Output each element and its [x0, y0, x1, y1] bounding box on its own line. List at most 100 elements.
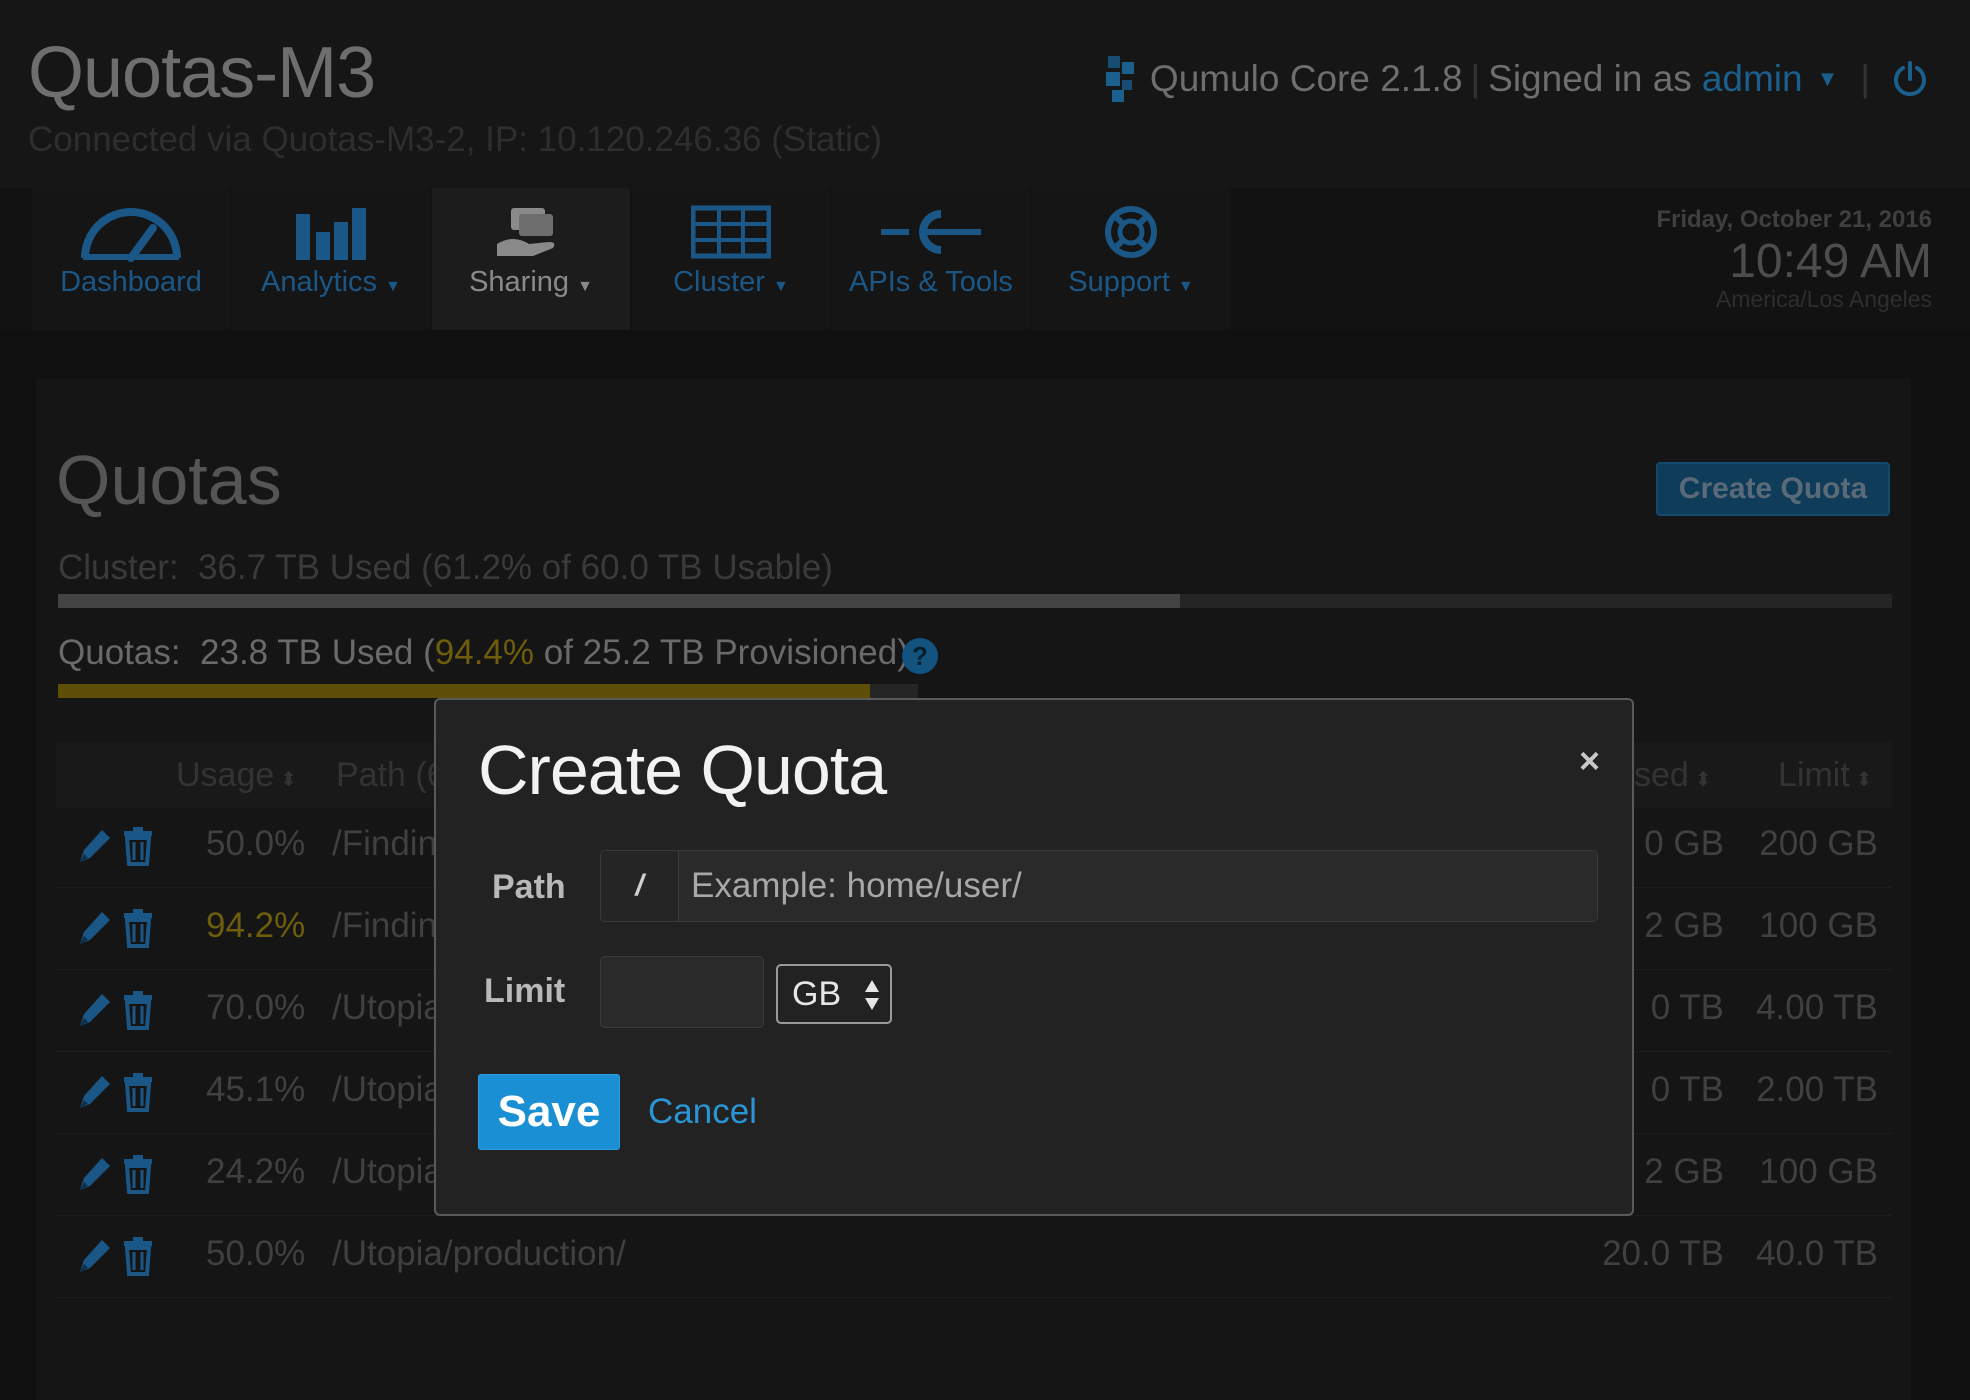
- nav-analytics[interactable]: Analytics ▼: [232, 188, 430, 330]
- cell-path: /Findin: [332, 824, 438, 863]
- path-input-group: /: [600, 850, 1598, 922]
- cell-used: 0 TB: [1650, 1070, 1724, 1109]
- row-actions: [76, 1154, 166, 1198]
- cell-used: 20.0 TB: [1602, 1234, 1724, 1273]
- cell-used: 2 GB: [1644, 1152, 1724, 1191]
- sort-icon: ⬍: [1694, 769, 1712, 791]
- cell-used: 0 TB: [1650, 988, 1724, 1027]
- power-icon[interactable]: [1890, 59, 1930, 99]
- nav-sharing[interactable]: Sharing ▼: [432, 188, 630, 330]
- pencil-icon[interactable]: [76, 826, 112, 866]
- path-input[interactable]: [681, 851, 1597, 921]
- row-actions: [76, 1072, 166, 1116]
- cluster-usage-text: Cluster: 36.7 TB Used (61.2% of 60.0 TB …: [58, 548, 833, 587]
- cell-usage: 24.2%: [206, 1152, 306, 1191]
- pencil-icon[interactable]: [76, 1072, 112, 1112]
- row-actions: [76, 1236, 166, 1280]
- divider: |: [1470, 58, 1481, 99]
- pencil-icon[interactable]: [76, 908, 112, 948]
- row-actions: [76, 990, 166, 1034]
- qumulo-logo-icon: [1105, 56, 1134, 102]
- nav-label: Cluster ▼: [673, 266, 789, 298]
- trash-icon[interactable]: [122, 1236, 154, 1276]
- nav-label: APIs & Tools: [849, 266, 1013, 298]
- signed-in-label: Signed in as: [1488, 58, 1692, 99]
- cell-used: 2 GB: [1644, 906, 1724, 945]
- cell-usage: 45.1%: [206, 1070, 306, 1109]
- limit-input[interactable]: [600, 956, 764, 1028]
- current-time: 10:49 AM: [1729, 235, 1932, 288]
- chevron-down-icon: ▼: [1177, 278, 1194, 295]
- chevron-down-icon[interactable]: ▼: [1817, 66, 1839, 92]
- trash-icon[interactable]: [122, 1072, 154, 1112]
- close-icon[interactable]: ×: [1579, 740, 1600, 782]
- sharing-hand-icon: [497, 208, 555, 256]
- column-limit[interactable]: Limit ⬍: [1778, 756, 1873, 795]
- cell-path: /Utopia: [332, 1070, 443, 1109]
- cell-limit: 4.00 TB: [1756, 988, 1878, 1027]
- nav-dashboard[interactable]: Dashboard: [32, 188, 230, 330]
- nav-cluster[interactable]: Cluster ▼: [632, 188, 830, 330]
- connection-info: Connected via Quotas-M3-2, IP: 10.120.24…: [28, 120, 883, 159]
- chevron-down-icon: ▼: [577, 278, 593, 295]
- app-title: Quotas-M3: [28, 33, 376, 113]
- divider: |: [1860, 58, 1870, 99]
- pencil-icon[interactable]: [76, 1154, 112, 1194]
- cancel-link[interactable]: Cancel: [648, 1092, 757, 1132]
- stage: { "header": { "app_title": "Quotas-M3", …: [0, 0, 1970, 1400]
- cluster-usage-fill: [58, 594, 1181, 608]
- nav-support[interactable]: Support ▼: [1032, 188, 1230, 330]
- cell-usage: 94.2%: [206, 906, 306, 945]
- product-version: Qumulo Core 2.1.8: [1149, 58, 1463, 99]
- bar-chart-icon: [296, 208, 366, 260]
- nav-apis-tools[interactable]: APIs & Tools: [832, 188, 1030, 330]
- trash-icon[interactable]: [122, 990, 154, 1030]
- page-title: Quotas: [56, 441, 282, 519]
- cell-limit: 200 GB: [1759, 824, 1878, 863]
- nav-label: Support ▼: [1068, 266, 1194, 298]
- column-used[interactable]: sed ⬍: [1634, 756, 1712, 795]
- cell-usage: 70.0%: [206, 988, 306, 1027]
- user-menu[interactable]: admin: [1702, 58, 1803, 100]
- create-quota-button[interactable]: Create Quota: [1656, 462, 1890, 516]
- lifebuoy-icon: [1105, 206, 1157, 258]
- unit-value: GB: [792, 975, 842, 1013]
- pencil-icon[interactable]: [76, 1236, 112, 1276]
- create-quota-dialog: Create Quota × Path / Limit GB Save Canc…: [434, 698, 1634, 1216]
- unit-select[interactable]: GB: [776, 964, 892, 1024]
- app-header: Quotas-M3 Connected via Quotas-M3-2, IP:…: [0, 0, 1970, 188]
- current-date: Friday, October 21, 2016: [1656, 206, 1932, 233]
- cell-usage: 50.0%: [206, 824, 306, 863]
- row-actions: [76, 908, 166, 952]
- table-row: 50.0% /Utopia/production/20.0 TB 40.0 TB: [56, 1216, 1892, 1298]
- path-prefix: /: [601, 851, 679, 921]
- pencil-icon[interactable]: [76, 990, 112, 1030]
- trash-icon[interactable]: [122, 1154, 154, 1194]
- speedometer-icon: [81, 208, 181, 262]
- chevron-down-icon: ▼: [385, 278, 401, 295]
- cell-path: /Utopia/production/: [332, 1234, 626, 1273]
- chevron-down-icon: ▼: [773, 278, 789, 295]
- help-icon[interactable]: ?: [902, 638, 938, 674]
- trash-icon[interactable]: [122, 908, 154, 948]
- cell-path: /Utopia: [332, 1152, 443, 1191]
- select-arrows-icon: [865, 980, 879, 1010]
- cell-limit: 100 GB: [1759, 906, 1878, 945]
- cluster-usage-bar: [58, 594, 1892, 608]
- path-label: Path: [492, 868, 566, 906]
- timezone: America/Los Angeles: [1715, 286, 1932, 312]
- save-button[interactable]: Save: [478, 1074, 620, 1150]
- quota-usage-bar: [58, 684, 918, 698]
- row-actions: [76, 826, 166, 870]
- cell-limit: 2.00 TB: [1756, 1070, 1878, 1109]
- column-path[interactable]: Path (6: [336, 756, 446, 795]
- sort-icon: ⬍: [280, 769, 298, 791]
- trash-icon[interactable]: [122, 826, 154, 866]
- user-bar: Qumulo Core 2.1.8 | Signed in as admin ▼…: [1104, 52, 1930, 106]
- nav-label: Sharing ▼: [469, 266, 593, 298]
- dialog-title: Create Quota: [478, 731, 887, 809]
- cell-limit: 100 GB: [1759, 1152, 1878, 1191]
- nav-label: Analytics ▼: [261, 266, 401, 298]
- column-usage[interactable]: Usage ⬍: [176, 756, 297, 795]
- limit-label: Limit: [484, 972, 566, 1010]
